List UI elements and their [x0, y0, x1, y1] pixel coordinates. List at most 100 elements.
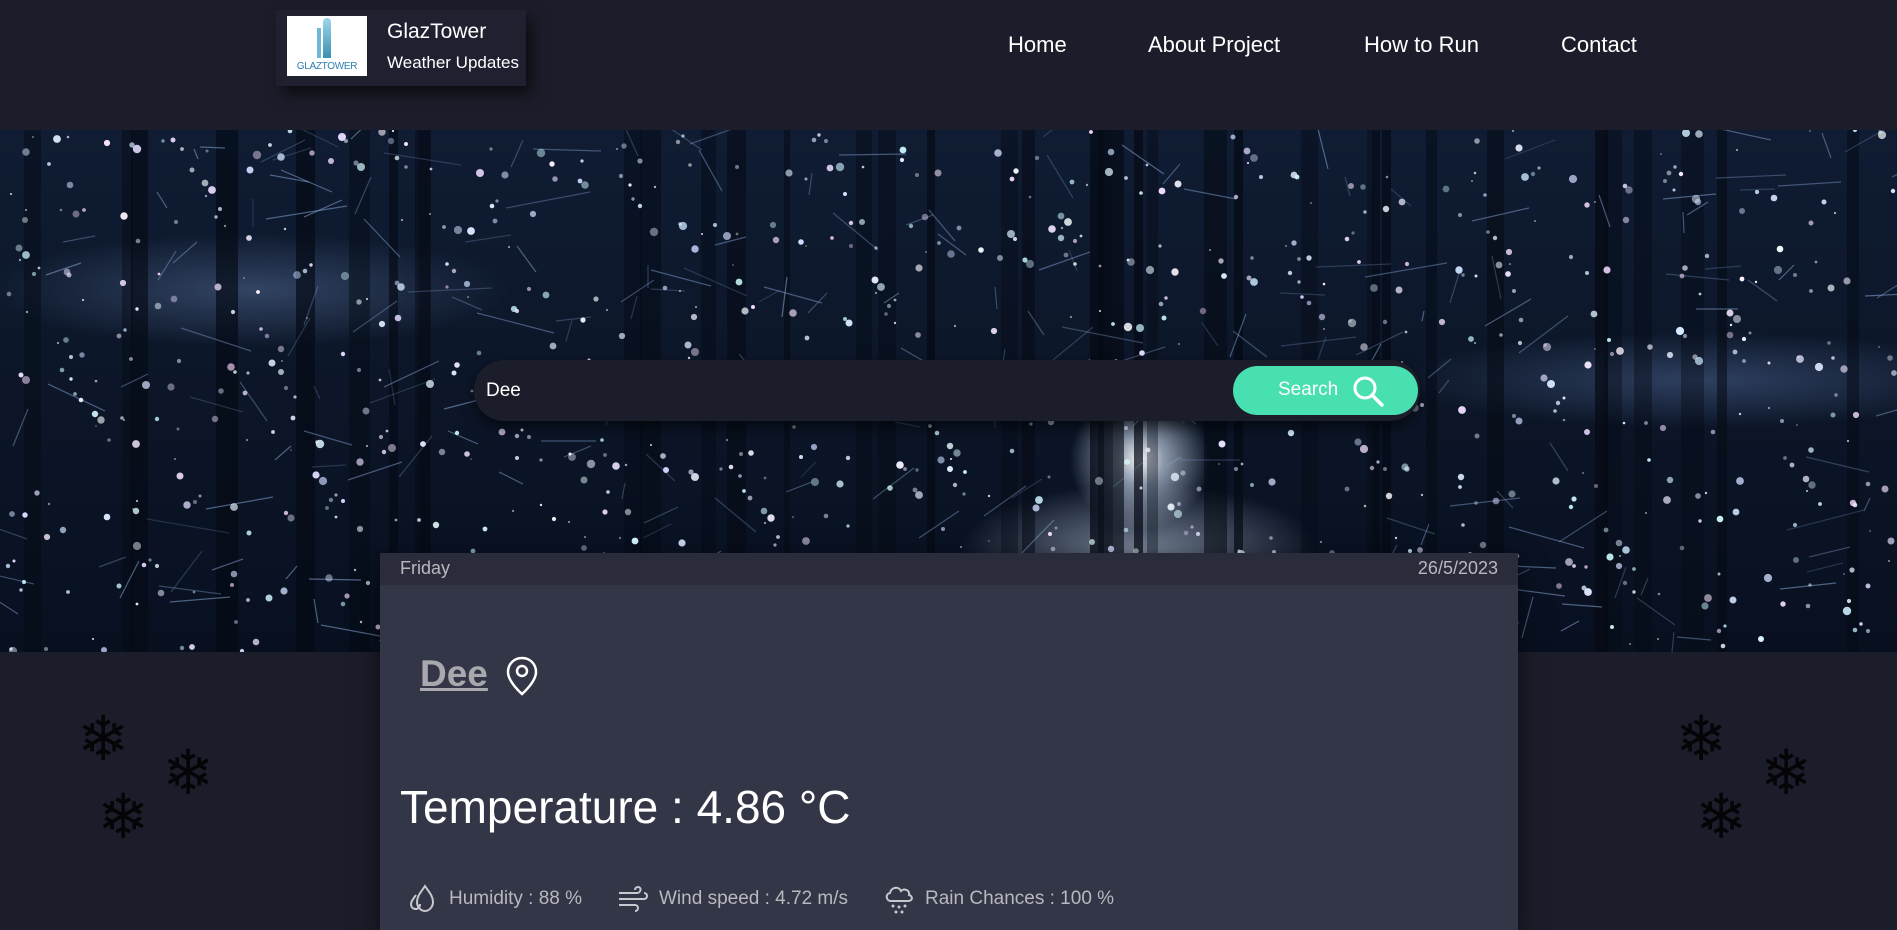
snowflake-dot	[624, 508, 632, 516]
snowflake-dot	[1789, 462, 1795, 468]
snowy-branch	[1671, 631, 1675, 652]
snowflake-dot	[1404, 261, 1410, 267]
snowflake-dot	[621, 143, 627, 149]
snowflake-dot	[810, 443, 818, 451]
snowflake-dot	[1698, 519, 1702, 523]
snowflake-dot	[934, 430, 940, 436]
brand[interactable]: GLAZTOWER GlazTower Weather Updates	[276, 10, 526, 86]
snowflake-dot	[688, 163, 692, 167]
snowflake-dot	[915, 264, 923, 272]
snowflake-dot	[1486, 230, 1490, 234]
snowflake-dot	[1032, 504, 1040, 512]
snowflake-dot	[1230, 134, 1236, 140]
snowflake-dot	[725, 438, 729, 442]
snowflake-dot	[937, 241, 941, 245]
snowflake-dot	[426, 380, 434, 388]
nav-contact[interactable]: Contact	[1561, 32, 1637, 58]
snowflake-dot	[79, 352, 85, 358]
snowflake-dot	[1622, 580, 1628, 586]
snowflake-dot	[10, 193, 12, 195]
snowflake-dot	[915, 332, 921, 338]
snowflake-dot	[492, 218, 498, 224]
snowflake-dot	[1028, 195, 1032, 199]
snowflake-dot	[1183, 530, 1189, 536]
snowflake-dot	[1695, 130, 1703, 138]
search-input[interactable]	[484, 372, 1188, 410]
snowflake-dot	[747, 495, 753, 501]
snowflake-dot	[1107, 545, 1115, 553]
snowflake-dot	[1369, 465, 1375, 471]
snowflake-dot	[1678, 171, 1684, 177]
snowflake-dot	[1663, 496, 1671, 504]
snowy-branch	[565, 319, 573, 342]
snowflake-dot	[1792, 522, 1798, 528]
snowy-branch	[170, 550, 203, 593]
snowflake-dot	[663, 467, 669, 473]
city-name[interactable]: Dee	[420, 653, 488, 695]
snowflake-dot	[1780, 419, 1784, 423]
snowflake-dot	[1594, 484, 1598, 488]
snowflake-dot	[551, 516, 557, 522]
snowflake-dot	[201, 179, 209, 187]
snowflake-dot	[22, 217, 28, 223]
location-pin-icon	[506, 656, 538, 696]
snowflake-dot	[1547, 380, 1555, 388]
top-navbar: GLAZTOWER GlazTower Weather Updates Home…	[0, 0, 1897, 130]
snowflake-dot	[1512, 289, 1516, 293]
snowy-branch	[516, 245, 537, 273]
snowflake-dot	[174, 458, 176, 460]
snowflake-dot	[849, 244, 853, 248]
snowflake-dot	[1479, 541, 1487, 549]
snowflake-dot	[63, 337, 69, 343]
snowflake-dot	[963, 470, 967, 474]
snowflake-dot	[580, 317, 586, 323]
snowflake-dot	[1767, 361, 1771, 365]
snowy-branch	[193, 148, 199, 160]
nav-home[interactable]: Home	[1008, 32, 1067, 58]
snowflake-dot	[660, 453, 666, 459]
snowflake-dot	[950, 458, 952, 460]
snowflake-dot	[874, 291, 878, 295]
snowflake-dot	[1285, 245, 1287, 247]
snowflake-dot	[631, 537, 639, 545]
snowflake-dot	[154, 416, 160, 422]
snowflake-dot	[1739, 276, 1745, 282]
snowy-branch	[172, 241, 198, 264]
nav-how-to-run[interactable]: How to Run	[1364, 32, 1479, 58]
snowflake-dot	[365, 580, 371, 586]
search-button[interactable]: Search	[1233, 366, 1418, 415]
snowflake-dot	[59, 367, 65, 373]
snowflake-dot	[66, 590, 70, 594]
snowflake-dot	[903, 467, 907, 471]
snowflake-dot	[1556, 583, 1562, 589]
snowflake-dot	[451, 268, 457, 274]
snowflake-dot	[1029, 422, 1033, 426]
snowflake-icon: ❄	[97, 780, 149, 853]
snowflake-dot	[1565, 558, 1573, 566]
nav-about-project[interactable]: About Project	[1148, 32, 1280, 58]
snowflake-dot	[1167, 503, 1175, 511]
snowflake-dot	[1581, 471, 1585, 475]
snowy-branch	[1521, 596, 1534, 639]
snowflake-dot	[1843, 277, 1851, 285]
snowflake-dot	[1606, 553, 1614, 561]
snowflake-dot	[63, 268, 71, 276]
snowflake-dot	[388, 444, 396, 452]
snowflake-dot	[429, 213, 431, 215]
snowflake-dot	[47, 502, 51, 506]
snowflake-dot	[1553, 409, 1557, 413]
snowflake-dot	[1515, 144, 1523, 152]
snowflake-dot	[12, 559, 16, 563]
snowflake-dot	[334, 493, 338, 497]
snowflake-dot	[1515, 417, 1523, 425]
snowflake-dot	[387, 137, 395, 145]
snowflake-dot	[514, 433, 520, 439]
snowflake-dot	[925, 251, 927, 253]
snowflake-dot	[1738, 412, 1742, 416]
snowflake-dot	[618, 536, 622, 540]
snowflake-dot	[1704, 491, 1708, 495]
snowflake-dot	[1758, 636, 1764, 642]
brand-title: GlazTower	[387, 20, 487, 43]
snowflake-dot	[1571, 496, 1577, 502]
snowflake-dot	[268, 359, 276, 367]
